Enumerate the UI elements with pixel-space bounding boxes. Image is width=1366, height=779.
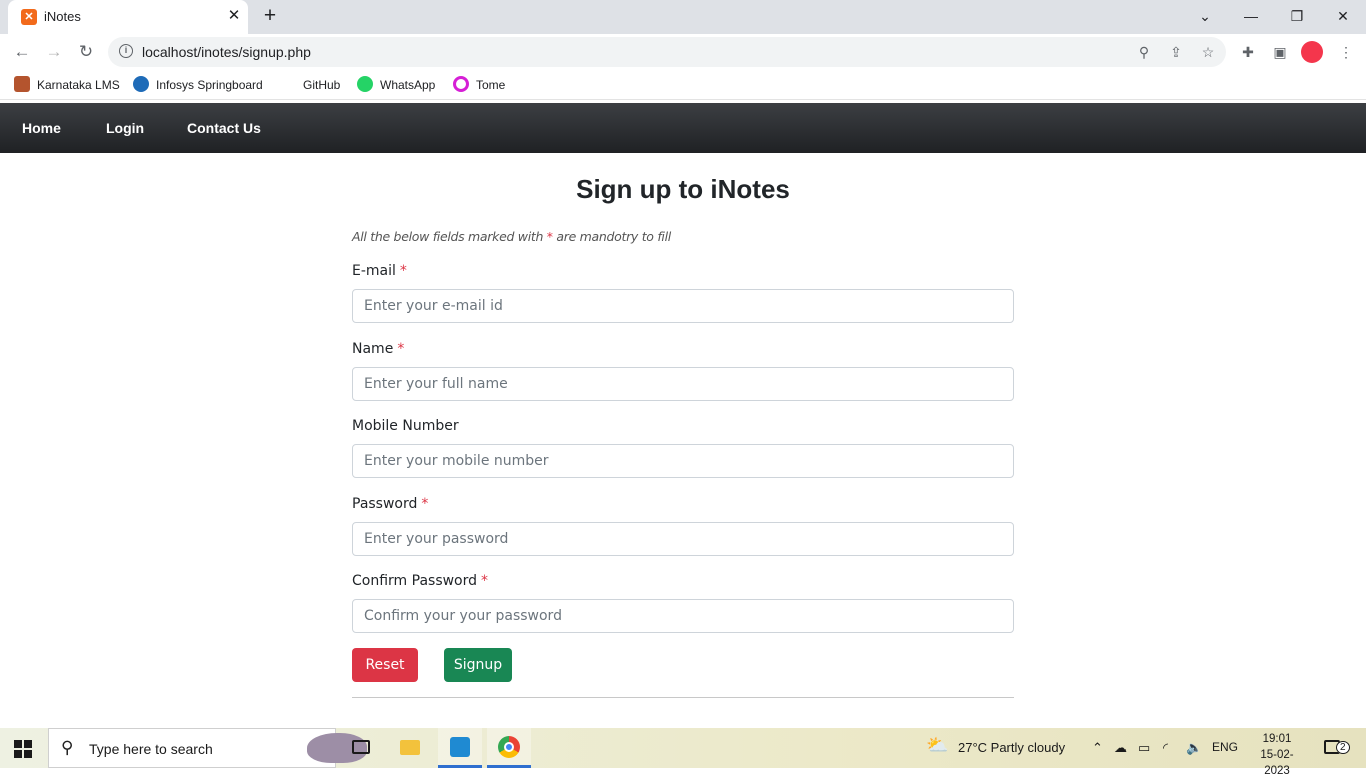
confirm-password-field[interactable] [352, 599, 1014, 633]
bookmark-star-icon[interactable]: ☆ [1198, 42, 1218, 62]
share-icon[interactable]: ⇪ [1166, 42, 1186, 62]
windows-taskbar: ⚲ Type here to search ⛅ 27°C Partly clou… [0, 728, 1366, 777]
zoom-icon[interactable]: ⚲ [1134, 42, 1154, 62]
taskbar-clock[interactable]: 19:01 15-02-2023 [1248, 731, 1306, 779]
notification-count: 2 [1336, 741, 1350, 754]
nav-link-home[interactable]: Home [22, 120, 61, 136]
address-bar[interactable]: i localhost/inotes/signup.php ⚲ ⇪ ☆ [108, 37, 1226, 67]
browser-tab[interactable]: ✕ iNotes ✕ [8, 0, 248, 34]
language-indicator[interactable]: ENG [1212, 740, 1238, 754]
required-star: * [421, 496, 429, 512]
bookmark-label: Karnataka LMS [37, 78, 120, 92]
bookmarks-bar: Karnataka LMS Infosys Springboard GitHub… [0, 70, 1366, 100]
minimize-button[interactable]: — [1238, 4, 1264, 28]
required-star: * [481, 573, 489, 589]
name-field[interactable] [352, 367, 1014, 401]
email-label-text: E-mail [352, 263, 396, 279]
form-divider [352, 697, 1014, 698]
bookmark-infosys-springboard[interactable]: Infosys Springboard [133, 76, 263, 94]
tab-title: iNotes [44, 9, 81, 24]
name-label: Name * [352, 341, 404, 357]
site-navbar: Home Login Contact Us [0, 103, 1366, 153]
bookmark-label: WhatsApp [380, 78, 436, 92]
mobile-number-field[interactable] [352, 444, 1014, 478]
notifications-icon[interactable]: 2 [1324, 738, 1350, 754]
taskbar-search-placeholder: Type here to search [89, 741, 213, 757]
site-info-icon[interactable]: i [119, 44, 133, 58]
taskbar-search-box[interactable]: ⚲ Type here to search [48, 728, 367, 768]
vscode-icon[interactable] [438, 728, 482, 768]
password-label-text: Password [352, 496, 418, 512]
chrome-menu-icon[interactable]: ⋮ [1336, 42, 1356, 62]
close-window-button[interactable]: ✕ [1330, 4, 1356, 28]
note-text-after: are mandotry to fill [552, 229, 671, 244]
nav-link-login[interactable]: Login [106, 120, 144, 136]
note-text-before: All the below fields marked with [352, 229, 547, 244]
clock-date: 15-02-2023 [1260, 749, 1294, 777]
reload-icon[interactable]: ↻ [73, 39, 99, 65]
whatsapp-icon [357, 76, 373, 92]
restore-button[interactable]: ❐ [1284, 4, 1310, 28]
bookmark-whatsapp[interactable]: WhatsApp [357, 76, 435, 94]
mandatory-note: All the below fields marked with * are m… [352, 229, 671, 244]
nav-link-contact-us[interactable]: Contact Us [187, 120, 261, 136]
confirm-password-label-text: Confirm Password [352, 573, 478, 589]
side-panel-icon[interactable]: ▣ [1270, 42, 1290, 62]
tab-search-chevron-icon[interactable]: ⌄ [1192, 4, 1218, 28]
forward-arrow-icon[interactable]: → [41, 39, 67, 65]
file-explorer-icon[interactable] [388, 728, 432, 768]
email-field[interactable] [352, 289, 1014, 323]
browser-toolbar: ← → ↻ i localhost/inotes/signup.php ⚲ ⇪ … [0, 34, 1366, 70]
password-field[interactable] [352, 522, 1014, 556]
show-hidden-icons-chevron-icon[interactable]: ⌃ [1092, 740, 1103, 756]
page-title: Sign up to iNotes [576, 174, 790, 204]
windows-start-icon[interactable] [14, 740, 32, 758]
profile-avatar[interactable] [1301, 41, 1323, 63]
tome-logo-icon [453, 76, 469, 92]
xampp-favicon-icon: ✕ [21, 9, 37, 25]
email-label: E-mail * [352, 263, 407, 279]
task-view-icon[interactable] [340, 728, 384, 768]
confirm-password-label: Confirm Password * [352, 573, 488, 589]
back-arrow-icon[interactable]: ← [9, 39, 35, 65]
reset-button[interactable]: Reset [352, 648, 418, 682]
mobile-number-label: Mobile Number [352, 418, 459, 434]
karnataka-emblem-icon [14, 76, 30, 92]
bookmark-tome[interactable]: Tome [453, 76, 505, 94]
bookmark-github[interactable]: GitHub [303, 76, 340, 94]
wifi-icon[interactable]: ◜ [1163, 740, 1168, 756]
mobile-label-text: Mobile Number [352, 418, 459, 434]
volume-icon[interactable]: 🔈 [1186, 740, 1202, 756]
battery-icon[interactable]: ▭ [1138, 740, 1150, 756]
required-star: * [399, 263, 407, 279]
weather-icon[interactable]: ⛅ [926, 735, 948, 756]
bookmark-label: GitHub [303, 78, 341, 92]
required-star: * [397, 341, 405, 357]
signup-button[interactable]: Signup [444, 648, 512, 682]
weather-text[interactable]: 27°C Partly cloudy [958, 740, 1065, 755]
name-label-text: Name [352, 341, 394, 357]
springboard-logo-icon [133, 76, 149, 92]
tab-close-icon[interactable]: ✕ [224, 6, 244, 26]
browser-tab-strip: ✕ iNotes ✕ + ⌄ — ❐ ✕ [0, 0, 1366, 34]
password-label: Password * [352, 496, 428, 512]
extensions-puzzle-icon[interactable]: ✚ [1238, 42, 1258, 62]
bookmark-karnataka-lms[interactable]: Karnataka LMS [14, 76, 120, 94]
chrome-icon[interactable] [487, 728, 531, 768]
bookmark-label: Tome [476, 78, 506, 92]
clock-time: 19:01 [1262, 733, 1292, 745]
address-url[interactable]: localhost/inotes/signup.php [142, 44, 311, 60]
new-tab-button[interactable]: + [258, 5, 282, 29]
bookmark-label: Infosys Springboard [156, 78, 263, 92]
search-icon: ⚲ [61, 738, 74, 757]
onedrive-cloud-icon[interactable]: ☁ [1114, 740, 1127, 756]
